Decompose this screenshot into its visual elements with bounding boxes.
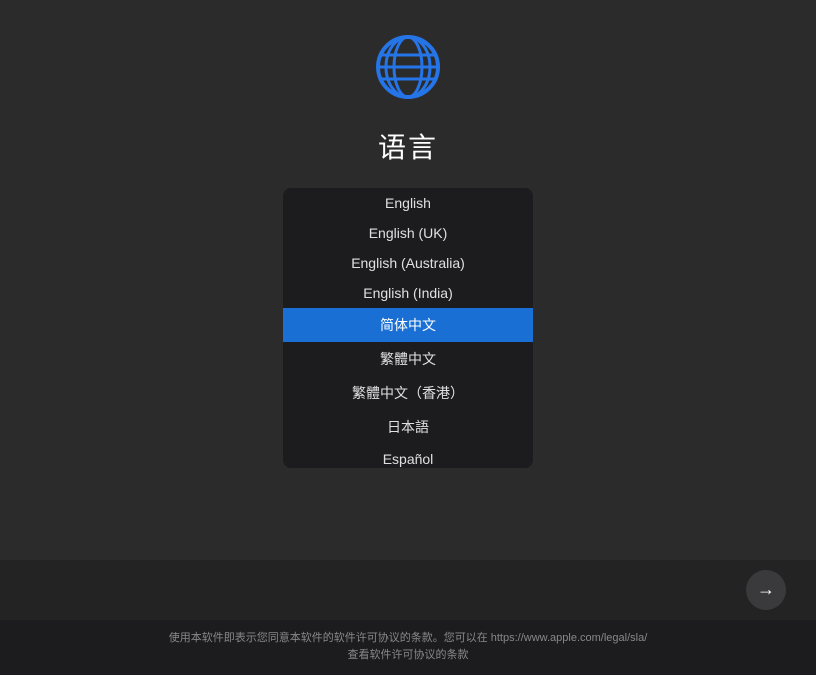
footer-bar: 使用本软件即表示您同意本软件的软件许可协议的条款。您可以在 https://ww… bbox=[0, 620, 816, 675]
main-content: 语言 EnglishEnglish (UK)English (Australia… bbox=[0, 0, 816, 560]
language-list-container: EnglishEnglish (UK)English (Australia)En… bbox=[283, 188, 533, 468]
language-item[interactable]: English (UK) bbox=[283, 218, 533, 248]
language-item[interactable]: 繁體中文 bbox=[283, 342, 533, 376]
footer-text: 使用本软件即表示您同意本软件的软件许可协议的条款。您可以在 https://ww… bbox=[20, 630, 796, 665]
language-list[interactable]: EnglishEnglish (UK)English (Australia)En… bbox=[283, 188, 533, 468]
language-item[interactable]: English (India) bbox=[283, 278, 533, 308]
bottom-bar: → bbox=[0, 560, 816, 620]
language-item[interactable]: 繁體中文（香港） bbox=[283, 376, 533, 410]
next-button[interactable]: → bbox=[746, 570, 786, 610]
globe-icon bbox=[372, 31, 444, 108]
language-item[interactable]: English (Australia) bbox=[283, 248, 533, 278]
page-title: 语言 bbox=[378, 126, 438, 166]
language-item[interactable]: English bbox=[283, 188, 533, 218]
language-item[interactable]: 简体中文 bbox=[283, 308, 533, 342]
language-item[interactable]: Español bbox=[283, 444, 533, 468]
language-item[interactable]: 日本語 bbox=[283, 410, 533, 444]
